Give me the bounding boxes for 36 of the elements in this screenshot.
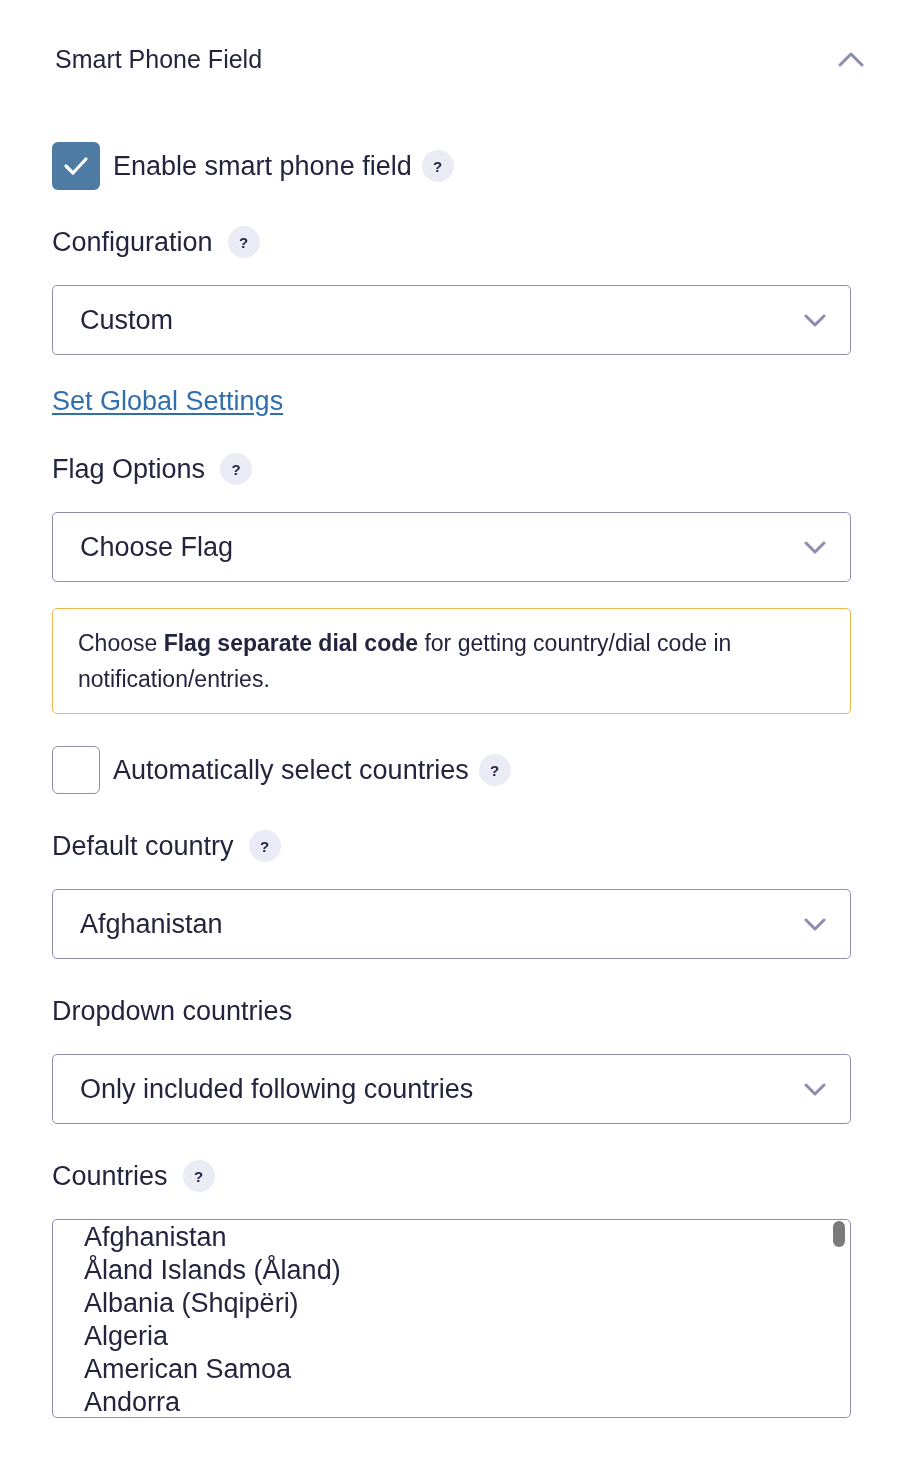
field-label: Countries	[52, 1160, 168, 1192]
notice-message: Choose Flag separate dial code for getting country/dial code in notification/entries.	[52, 608, 851, 714]
chevron-up-icon[interactable]	[838, 51, 864, 67]
list-option[interactable]: Åland Islands (Åland)	[84, 1254, 341, 1287]
select-field[interactable]: Only included following countries	[52, 1054, 851, 1124]
field-label: Default country	[52, 830, 234, 862]
section-title: Smart Phone Field	[55, 44, 263, 75]
help-button[interactable]: ?	[227, 226, 260, 258]
list-option[interactable]: Afghanistan	[84, 1221, 227, 1254]
checkbox[interactable]	[52, 746, 100, 794]
checkbox-label: Automatically select countries	[113, 754, 469, 786]
chevron-down-icon	[804, 1082, 826, 1096]
checkbox-label: Enable smart phone field	[113, 150, 412, 182]
chevron-down-icon	[804, 540, 826, 554]
field-label: Configuration	[52, 226, 213, 258]
list-option[interactable]: Albania (Shqipëri)	[84, 1287, 299, 1320]
select-field[interactable]: Afghanistan	[52, 889, 851, 959]
list-option[interactable]: American Samoa	[84, 1353, 292, 1386]
settings-link[interactable]: Set Global Settings	[52, 385, 284, 417]
check-icon	[63, 156, 89, 176]
help-button[interactable]: ?	[421, 150, 454, 182]
field-label: Dropdown countries	[52, 995, 293, 1027]
chevron-down-icon	[804, 313, 826, 327]
field-label: Flag Options	[52, 453, 206, 485]
help-button[interactable]: ?	[182, 1160, 215, 1192]
countries-listbox[interactable]: Afghanistan Åland Islands (Åland) Albania (Shqipëri) Algeria American Samoa Andorra	[52, 1219, 851, 1418]
help-button[interactable]: ?	[248, 830, 281, 862]
list-option[interactable]: Andorra	[84, 1386, 181, 1417]
chevron-down-icon	[804, 917, 826, 931]
list-option[interactable]: Algeria	[84, 1320, 169, 1353]
help-button[interactable]: ?	[220, 453, 253, 485]
scrollbar-thumb[interactable]	[833, 1221, 845, 1247]
select-field[interactable]: Custom	[52, 285, 851, 355]
checkbox[interactable]	[52, 142, 100, 190]
select-field[interactable]: Choose Flag	[52, 512, 851, 582]
help-button[interactable]: ?	[478, 754, 511, 786]
